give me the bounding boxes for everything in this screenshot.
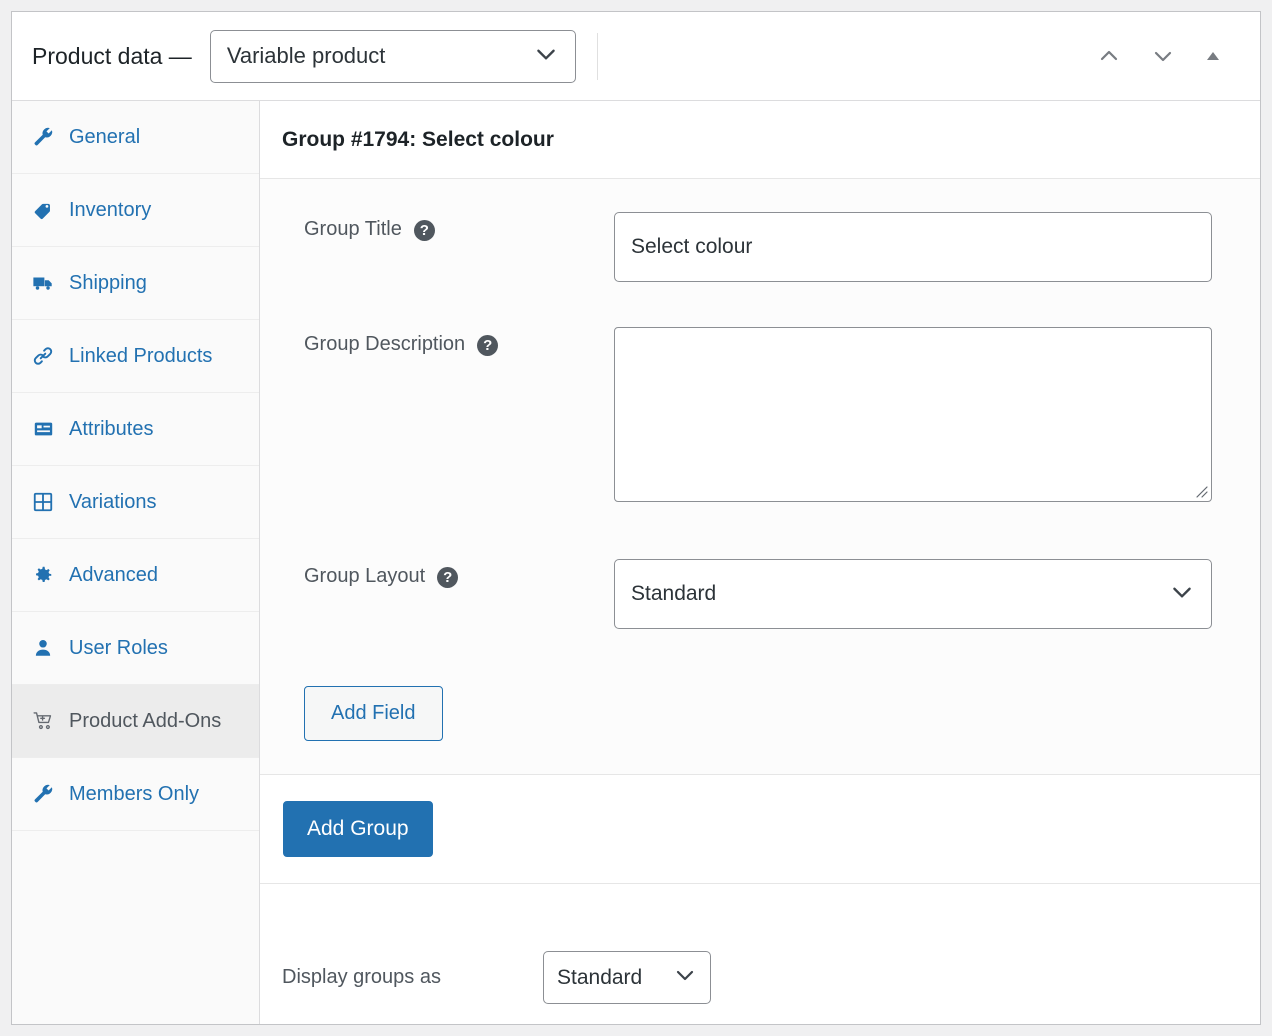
help-icon[interactable]: ? (437, 567, 459, 588)
sidebar-item-inventory[interactable]: Inventory (12, 174, 259, 247)
chevron-down-icon[interactable] (1148, 44, 1178, 68)
sidebar-item-label: General (69, 126, 141, 148)
page-title: Product data — (32, 42, 192, 69)
group-title-label-text: Group Title (304, 218, 402, 240)
group-layout-value: Standard (631, 582, 717, 605)
sidebar-item-general[interactable]: General (12, 101, 259, 174)
group-description-wrap (614, 327, 1212, 502)
product-type-value: Variable product (226, 43, 386, 68)
group-description-row: Group Description ? (260, 327, 1260, 502)
sidebar-item-label: User Roles (69, 637, 168, 659)
sidebar-item-label: Inventory (69, 199, 152, 221)
add-field-wrap: Add Field (260, 686, 1260, 774)
sidebar-item-label: Linked Products (69, 345, 213, 367)
sidebar-item-label: Attributes (69, 418, 154, 440)
grid-icon (31, 487, 55, 517)
add-group-button[interactable]: Add Group (283, 801, 433, 857)
product-add-ons-panel: Group #1794: Select colour Group Title ?… (260, 101, 1260, 1024)
group-layout-row: Group Layout ? Standard (260, 559, 1260, 629)
chevron-down-icon (1169, 579, 1195, 610)
group-layout-select[interactable]: Standard (614, 559, 1212, 629)
sidebar-item-label: Shipping (69, 272, 147, 294)
display-groups-label: Display groups as (282, 966, 441, 988)
display-groups-select[interactable]: Standard (543, 951, 711, 1004)
sidebar-item-label: Advanced (69, 564, 158, 586)
sidebar-item-linked-products[interactable]: Linked Products (12, 320, 259, 393)
wrench-icon (31, 779, 55, 809)
sidebar-item-label: Variations (69, 491, 157, 513)
sidebar-item-members-only[interactable]: Members Only (12, 758, 259, 831)
group-form: Group Title ? Group Description ? (260, 179, 1260, 775)
sidebar-item-user-roles[interactable]: User Roles (12, 612, 259, 685)
sidebar-item-label: Members Only (69, 783, 200, 805)
group-layout-label: Group Layout ? (304, 559, 614, 629)
chevron-down-icon (533, 41, 559, 72)
group-title-input[interactable] (614, 212, 1212, 282)
form-spacer (260, 502, 1260, 559)
group-description-label: Group Description ? (304, 327, 614, 502)
sidebar-item-shipping[interactable]: Shipping (12, 247, 259, 320)
add-field-button[interactable]: Add Field (304, 686, 443, 741)
truck-icon (31, 268, 55, 298)
group-layout-label-text: Group Layout (304, 565, 426, 587)
group-title-row: Group Title ? (260, 212, 1260, 282)
header-actions (1094, 44, 1238, 68)
display-groups-row: Display groups as Standard (260, 884, 1260, 1024)
add-group-wrap: Add Group (260, 775, 1260, 884)
sidebar-item-variations[interactable]: Variations (12, 466, 259, 539)
sidebar-item-advanced[interactable]: Advanced (12, 539, 259, 612)
sidebar-item-product-add-ons[interactable]: Product Add-Ons (12, 685, 259, 758)
gear-icon (31, 560, 55, 590)
group-description-textarea[interactable] (614, 327, 1212, 502)
panel-header: Product data — Variable product (12, 12, 1260, 101)
help-icon[interactable]: ? (413, 220, 435, 241)
chevron-up-icon[interactable] (1094, 44, 1124, 68)
panel-body: General Inventory Shipping Linked Produc… (12, 101, 1260, 1024)
form-spacer (260, 282, 1260, 327)
product-data-tabs: General Inventory Shipping Linked Produc… (12, 101, 260, 1024)
group-description-label-text: Group Description (304, 333, 466, 355)
form-spacer (260, 629, 1260, 686)
user-icon (31, 633, 55, 663)
triangle-up-icon[interactable] (1202, 46, 1224, 66)
wrench-icon (31, 122, 55, 152)
sidebar-item-label: Product Add-Ons (69, 710, 222, 732)
product-type-select[interactable]: Variable product (209, 29, 576, 83)
help-icon[interactable]: ? (477, 335, 499, 356)
product-data-panel: Product data — Variable product General … (11, 11, 1261, 1025)
chevron-down-icon (673, 963, 697, 992)
link-icon (31, 341, 55, 371)
cart-icon (31, 706, 55, 736)
header-divider (596, 32, 598, 80)
sidebar-item-attributes[interactable]: Attributes (12, 393, 259, 466)
list-icon (31, 414, 55, 444)
tag-icon (31, 195, 55, 225)
display-groups-value: Standard (557, 965, 643, 989)
group-title-label: Group Title ? (304, 212, 614, 282)
group-heading: Group #1794: Select colour (260, 101, 1260, 179)
